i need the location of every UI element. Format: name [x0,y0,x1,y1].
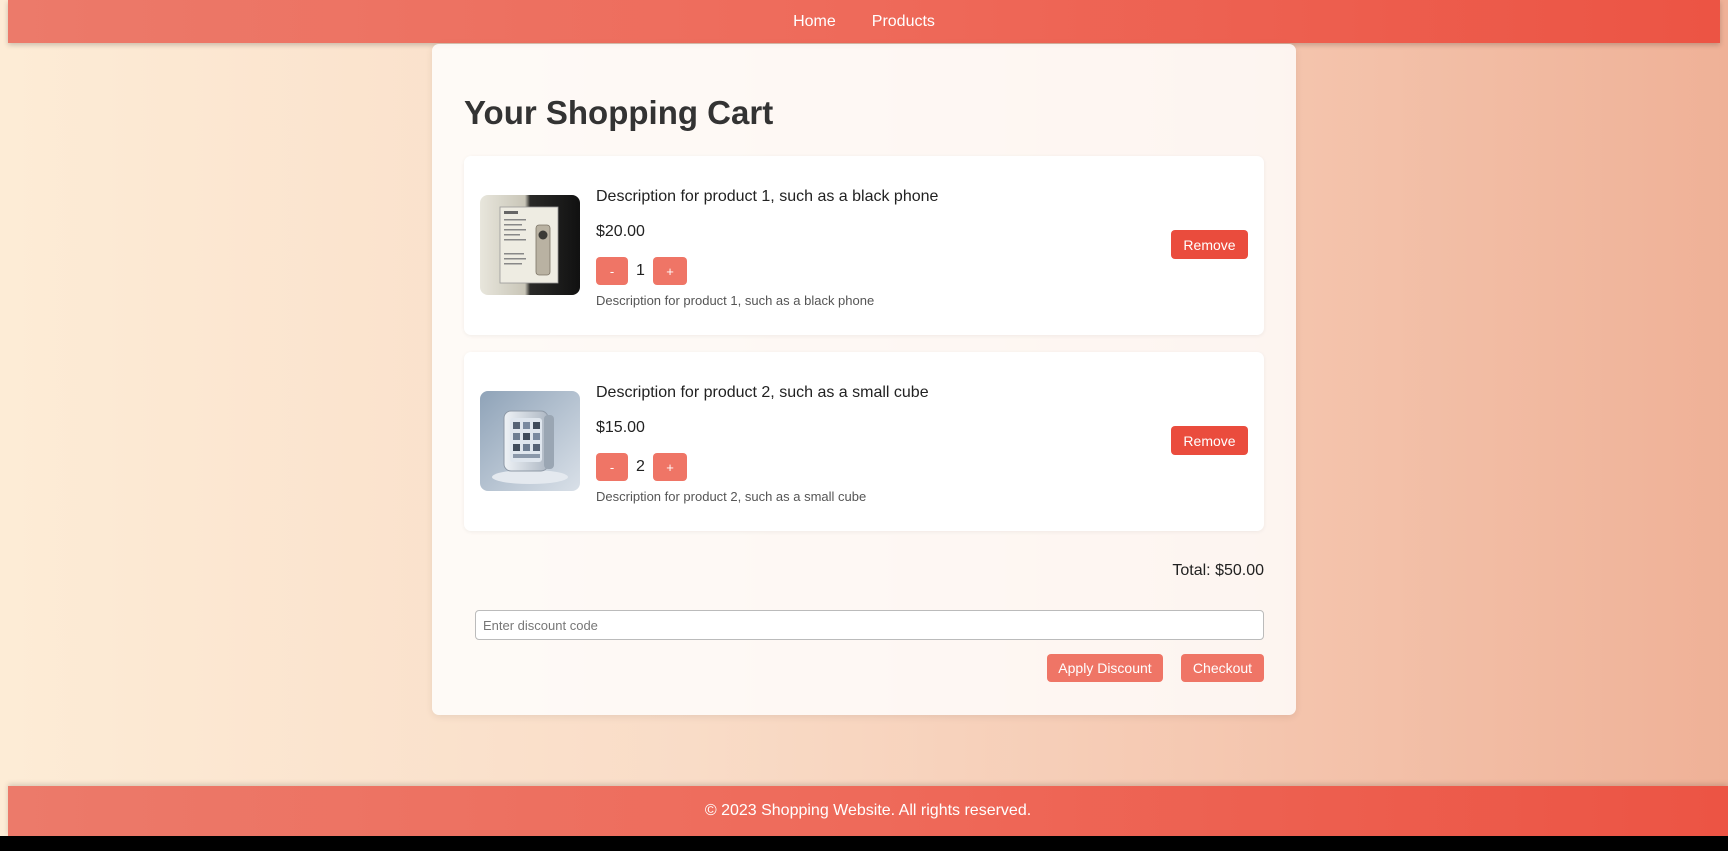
increase-quantity-button[interactable]: + [653,257,687,285]
quantity-value: 1 [636,262,645,279]
product-image-cube [480,391,580,491]
cart-item: Description for product 1, such as a bla… [464,156,1264,335]
product-title: Description for product 2, such as a sma… [596,384,929,401]
nav-products-link[interactable]: Products [872,13,935,31]
checkout-button[interactable]: Checkout [1181,654,1264,682]
decrease-quantity-button[interactable]: - [596,453,628,481]
quantity-value: 2 [636,458,645,475]
remove-item-button[interactable]: Remove [1171,426,1248,455]
page-title: Your Shopping Cart [464,94,774,131]
cart-container: Your Shopping Cart Description for produ… [432,44,1296,715]
cart-total: Total: $50.00 [1172,562,1264,579]
product-price: $20.00 [596,223,645,240]
decrease-quantity-button[interactable]: - [596,257,628,285]
product-description: Description for product 1, such as a bla… [596,293,875,308]
top-nav: Home Products [8,0,1720,43]
cart-item: Description for product 2, such as a sma… [464,352,1264,531]
apply-discount-button[interactable]: Apply Discount [1047,654,1163,682]
discount-code-input[interactable] [475,610,1264,640]
increase-quantity-button[interactable]: + [653,453,687,481]
footer: © 2023 Shopping Website. All rights rese… [8,786,1728,836]
nav-home-link[interactable]: Home [793,13,836,31]
product-image-phone [480,195,580,295]
product-price: $15.00 [596,419,645,436]
footer-text: © 2023 Shopping Website. All rights rese… [704,802,1032,819]
product-description: Description for product 2, such as a sma… [596,489,867,504]
quantity-stepper: - 1 + [596,257,687,285]
remove-item-button[interactable]: Remove [1171,230,1248,259]
product-title: Description for product 1, such as a bla… [596,188,939,205]
quantity-stepper: - 2 + [596,453,687,481]
